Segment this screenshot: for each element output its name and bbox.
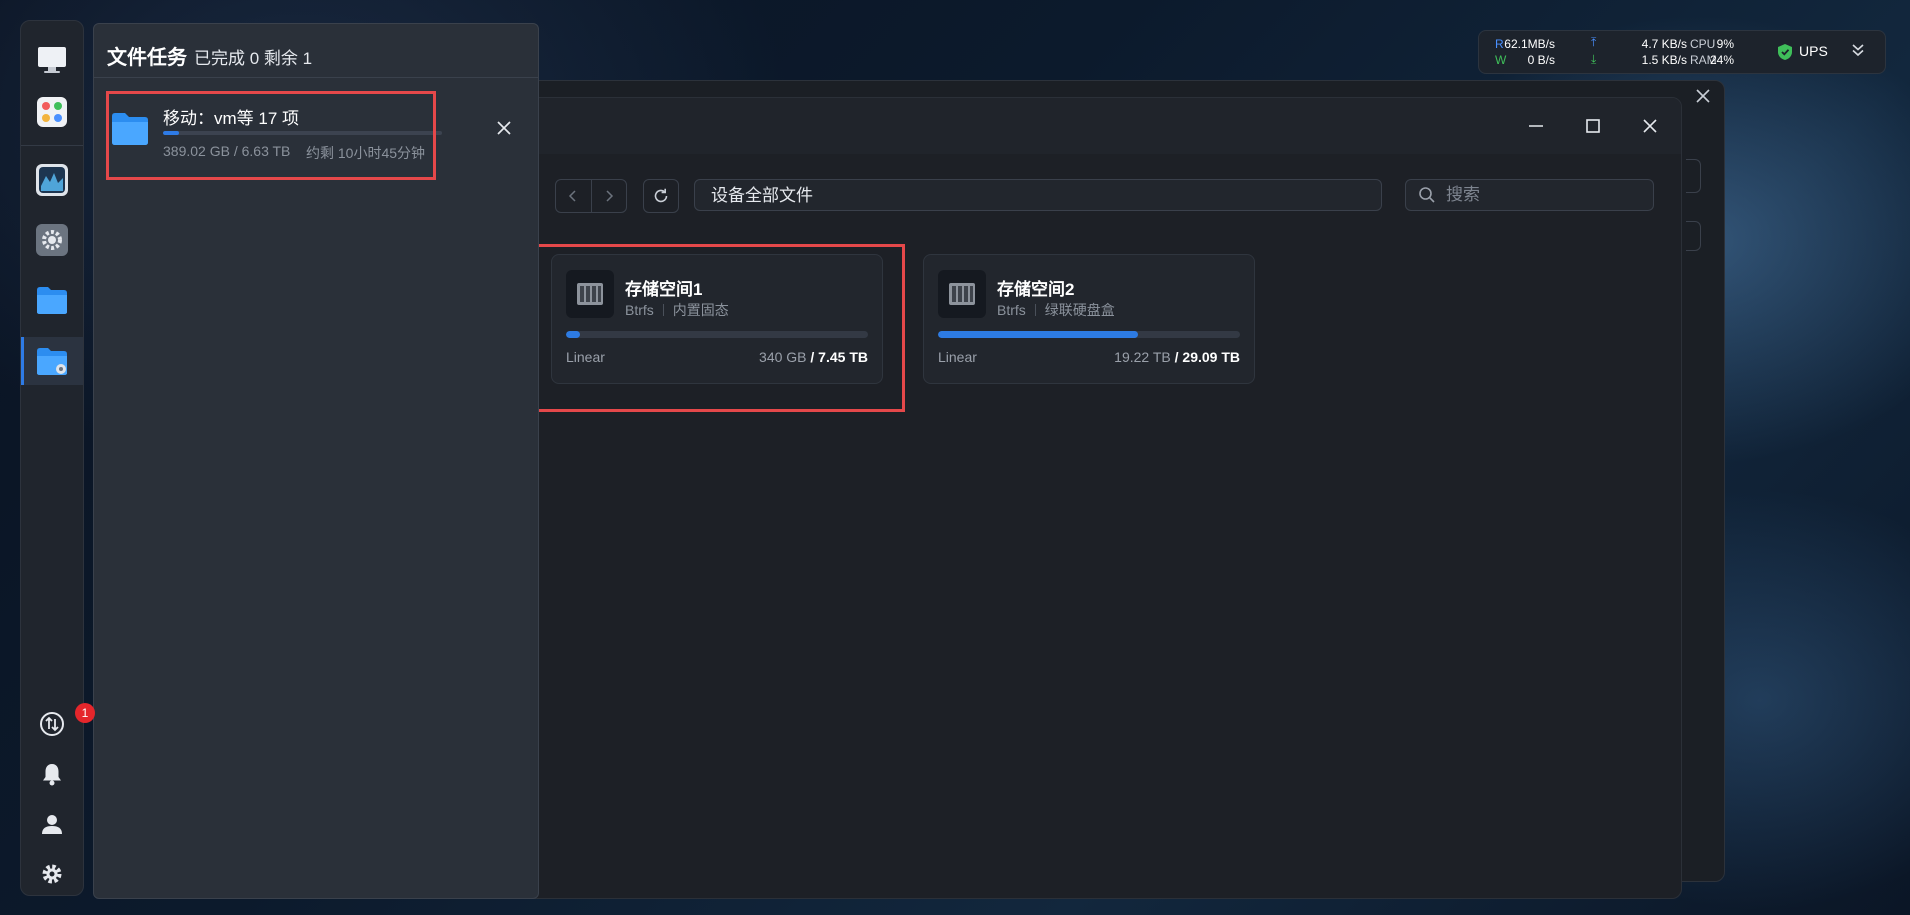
file-manager-window: 设备全部文件 存储空间1 Btrfs内置固态 Linear 340 GB / 7… [500, 97, 1682, 899]
transfer-tasks-icon[interactable]: 1 [31, 703, 95, 745]
nav-buttons [555, 179, 627, 213]
write-speed: 0 B/s [1527, 53, 1555, 67]
read-speed: 62.1MB/s [1504, 37, 1555, 51]
file-task-panel: 文件任务 已完成 0 剩余 1 移动：vm等 17 项 389.02 GB / … [93, 23, 539, 899]
dock-divider [21, 145, 83, 146]
volume-usage-bar [938, 331, 1240, 338]
refresh-button[interactable] [643, 179, 679, 213]
path-input[interactable]: 设备全部文件 [694, 179, 1382, 211]
cpu-label: CPU [1690, 37, 1716, 51]
volume-fs: Btrfs [997, 302, 1026, 318]
gear-icon[interactable] [31, 853, 73, 895]
upload-speed: 4.7 KB/s [1641, 37, 1687, 51]
task-panel-header: 文件任务 已完成 0 剩余 1 [94, 24, 538, 78]
highlight-box-task [106, 91, 436, 180]
refresh-icon [654, 188, 668, 203]
task-count-badge: 1 [75, 703, 95, 723]
volume-usage-fill [938, 331, 1138, 338]
forward-button[interactable] [592, 180, 627, 212]
maximize-button[interactable] [1578, 111, 1608, 141]
shield-check-icon [1777, 43, 1793, 64]
close-icon [497, 121, 511, 135]
volume-used: 19.22 TB [1114, 349, 1171, 365]
system-status-bar[interactable]: R W 62.1MB/s 0 B/s ⤒ ⤓ 4.7 KB/s 1.5 KB/s… [1478, 30, 1886, 74]
minimize-button[interactable] [1521, 111, 1551, 141]
background-input-edge [1686, 159, 1701, 193]
volume-total: / 29.09 TB [1174, 349, 1240, 365]
volume-type: Linear [938, 349, 977, 365]
file-manager-app-icon[interactable] [31, 340, 73, 382]
search-box[interactable] [1405, 179, 1654, 211]
ups-label: UPS [1799, 43, 1828, 59]
divider [1034, 304, 1036, 316]
storage-server-icon [938, 270, 986, 318]
app-center-icon[interactable] [31, 91, 73, 133]
volume-name: 存储空间2 [997, 280, 1075, 299]
task-panel-title: 文件任务 [107, 47, 187, 69]
files-app-icon[interactable] [31, 279, 73, 321]
ram-value: 24% [1709, 53, 1734, 67]
resource-monitor-icon[interactable] [31, 159, 73, 201]
settings-app-icon[interactable] [31, 219, 73, 261]
app-dock: 1 [20, 20, 95, 896]
volume-capacity: 19.22 TB / 29.09 TB [1114, 349, 1240, 365]
search-icon [1419, 187, 1435, 203]
volume-card-2[interactable]: 存储空间2 Btrfs 绿联硬盘盒 Linear 19.22 TB / 29.09… [923, 254, 1255, 384]
download-speed: 1.5 KB/s [1641, 53, 1687, 67]
read-label: R [1495, 37, 1504, 51]
upload-arrow-icon: ⤒ [1591, 35, 1597, 49]
close-icon[interactable] [1696, 89, 1710, 108]
user-icon[interactable] [31, 803, 73, 845]
task-panel-status: 已完成 0 剩余 1 [194, 49, 313, 68]
window-titlebar [501, 98, 1681, 154]
close-button[interactable] [1635, 111, 1665, 141]
search-input[interactable] [1444, 184, 1648, 206]
highlight-box-volume [528, 244, 905, 412]
cancel-task-button[interactable] [494, 118, 514, 138]
volume-desc: 绿联硬盘盒 [1044, 302, 1115, 318]
back-button[interactable] [556, 180, 592, 212]
volume-info: Btrfs 绿联硬盘盒 [997, 300, 1115, 320]
background-button-edge [1686, 221, 1701, 251]
download-arrow-icon: ⤓ [1591, 52, 1597, 66]
bell-icon[interactable] [31, 753, 73, 795]
desktop-icon[interactable] [31, 39, 73, 81]
chevron-double-down-icon[interactable] [1851, 42, 1865, 61]
write-label: W [1495, 53, 1507, 67]
cpu-value: 9% [1716, 37, 1734, 51]
